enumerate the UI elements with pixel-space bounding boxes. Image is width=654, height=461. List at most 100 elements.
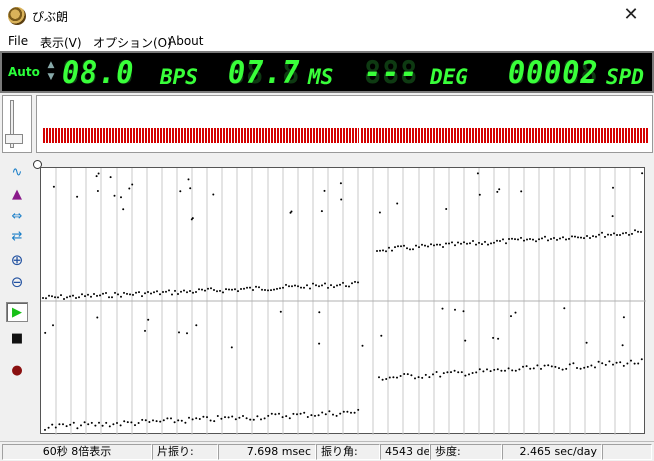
beat-dot <box>544 235 546 238</box>
menu-view[interactable]: 表示(V) <box>40 34 82 51</box>
beat-dot <box>45 297 47 300</box>
beat-dot <box>571 235 573 238</box>
beat-dot <box>616 234 618 236</box>
beat-dot <box>357 408 360 411</box>
beat-bar <box>544 128 546 143</box>
beat-dot <box>463 241 465 244</box>
beat-bar <box>262 128 264 143</box>
beat-dot <box>198 418 201 420</box>
zoom-out-icon[interactable]: ⊖ <box>6 272 28 292</box>
beat-dot <box>397 245 399 248</box>
window-title: ぴぶ朗 <box>32 10 69 24</box>
beat-bar <box>517 128 519 143</box>
beat-dot <box>126 292 128 295</box>
beat-dot <box>120 196 122 199</box>
beat-dot <box>44 331 47 334</box>
beat-dot <box>378 376 380 379</box>
beat-dot <box>273 288 275 291</box>
auto-mode-label[interactable]: Auto <box>8 65 40 79</box>
beat-dot <box>177 293 179 295</box>
beat-dot <box>502 238 504 241</box>
stretch-horizontal-icon[interactable]: ⇔ <box>6 206 28 226</box>
beat-dot <box>267 289 269 292</box>
beat-dot <box>170 417 172 420</box>
play-icon[interactable]: ▶ <box>6 302 28 322</box>
compress-horizontal-icon[interactable]: ⇄ <box>6 226 28 246</box>
spin-up-icon[interactable]: ▲ <box>46 59 56 71</box>
beat-bar <box>280 128 282 143</box>
slider-thumb[interactable] <box>5 134 23 144</box>
beat-dot <box>105 421 108 424</box>
beat-dot <box>96 190 99 192</box>
beat-bar <box>487 128 489 143</box>
beat-dot <box>472 240 474 242</box>
beat-dot <box>637 230 639 233</box>
beat-bar <box>508 128 510 143</box>
amplitude-icon[interactable]: ▲ <box>6 184 28 204</box>
beat-dot <box>317 414 320 417</box>
beat-dot <box>101 424 104 427</box>
gain-slider[interactable] <box>2 95 32 153</box>
beat-dot <box>126 421 129 424</box>
menu-file[interactable]: File <box>8 34 28 48</box>
beat-bar <box>286 128 288 143</box>
beat-bar <box>325 128 327 143</box>
beat-dot <box>561 368 564 371</box>
record-icon[interactable]: ● <box>6 360 28 380</box>
beat-bar <box>319 128 321 143</box>
beat-dot <box>469 242 471 245</box>
beat-dot <box>496 190 499 193</box>
beat-dot <box>112 423 115 426</box>
beat-dot <box>354 280 356 283</box>
beat-dot <box>69 423 72 426</box>
beat-dot <box>361 344 364 347</box>
beat-dot <box>595 235 597 238</box>
beat-bar <box>307 128 309 143</box>
beat-bar <box>481 128 483 143</box>
beat-bar <box>439 128 441 143</box>
beat-dot <box>493 368 496 371</box>
stop-icon[interactable]: ■ <box>6 328 28 348</box>
beat-dot <box>238 416 241 419</box>
beat-dot <box>309 287 311 290</box>
beat-bar <box>292 128 294 143</box>
beat-dot <box>597 360 600 363</box>
beat-dot <box>180 290 182 293</box>
beat-dot <box>457 241 459 244</box>
beat-dot <box>412 248 414 251</box>
beat-dot <box>445 242 447 245</box>
close-button[interactable]: ✕ <box>608 0 654 31</box>
beat-bar <box>466 128 468 143</box>
menu-options[interactable]: オプション(O) <box>93 34 172 51</box>
beat-bar <box>445 128 447 143</box>
beat-dot <box>497 337 500 340</box>
beat-dot <box>123 291 125 294</box>
beat-dot <box>462 310 465 313</box>
beat-bar <box>505 128 507 143</box>
beat-dot <box>492 336 495 339</box>
spin-down-icon[interactable]: ▼ <box>46 71 56 83</box>
beat-dot <box>351 282 353 285</box>
waveform-icon[interactable]: ∿ <box>6 162 28 182</box>
beat-bar <box>76 128 78 143</box>
beat-dot <box>379 249 381 252</box>
beat-dot <box>496 239 498 242</box>
beat-dot <box>518 368 521 371</box>
beat-dot <box>52 324 54 327</box>
menu-about[interactable]: About <box>168 34 203 48</box>
beat-bar <box>475 128 477 143</box>
beat-bar <box>349 128 351 143</box>
beat-dot <box>592 235 594 238</box>
beat-dot <box>99 294 101 297</box>
zoom-in-icon[interactable]: ⊕ <box>6 250 28 270</box>
mode-spinner[interactable]: ▲ ▼ <box>46 59 56 83</box>
beat-dot <box>378 211 381 214</box>
beat-dot <box>65 425 68 428</box>
beat-dot <box>48 294 50 297</box>
beat-dot <box>263 417 266 420</box>
beat-dot <box>240 288 242 290</box>
beat-dot <box>547 364 550 367</box>
beat-dot <box>598 233 600 236</box>
beat-dot <box>576 367 578 369</box>
beat-bar <box>175 128 177 143</box>
